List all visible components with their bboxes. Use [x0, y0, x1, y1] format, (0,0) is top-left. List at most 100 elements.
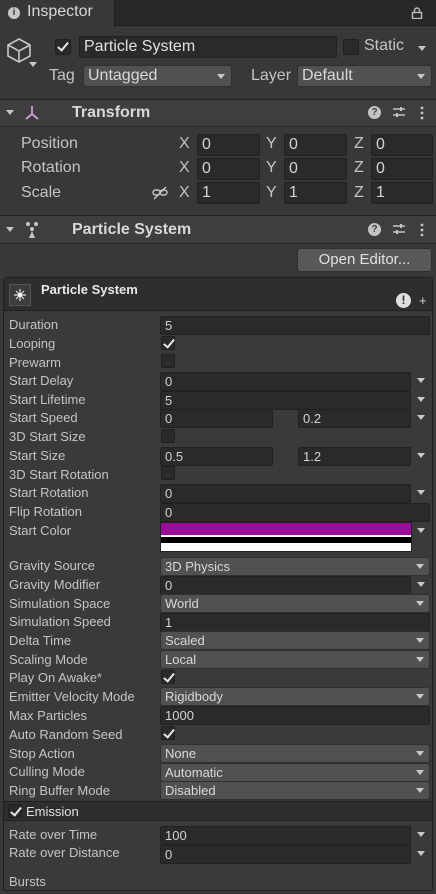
- start-size-3d-label: 3D Start Size: [9, 429, 86, 444]
- delta-time-dropdown[interactable]: Scaled: [160, 631, 430, 650]
- position-y-field[interactable]: 0: [284, 134, 347, 156]
- start-rotation-3d-checkbox[interactable]: [161, 466, 175, 480]
- simulation-speed-label: Simulation Speed: [9, 614, 111, 629]
- scale-y-field[interactable]: 1: [284, 182, 347, 204]
- ring-buffer-dropdown[interactable]: Disabled: [160, 781, 430, 800]
- chevron-down-icon: [416, 788, 424, 793]
- scaling-mode-value: Local: [165, 652, 197, 667]
- duration-field[interactable]: 5: [160, 316, 430, 335]
- emission-title: Emission: [26, 804, 79, 819]
- start-rotation-field[interactable]: 0: [160, 484, 411, 503]
- start-color-label: Start Color: [9, 523, 72, 538]
- scaling-mode-dropdown[interactable]: Local: [160, 650, 430, 669]
- module-header[interactable]: Particle System ! +: [4, 278, 432, 311]
- foldout-arrow-icon[interactable]: [6, 227, 14, 232]
- simulation-speed-field[interactable]: 1: [160, 613, 430, 632]
- object-name-field[interactable]: Particle System: [79, 36, 337, 58]
- simulation-space-dropdown[interactable]: World: [160, 594, 430, 613]
- axis-y-label: Y: [266, 184, 277, 201]
- gravity-source-dropdown[interactable]: 3D Physics: [160, 557, 430, 576]
- rotation-x-field[interactable]: 0: [197, 158, 260, 180]
- curve-mode-caret[interactable]: [417, 397, 425, 402]
- scale-label: Scale: [21, 184, 62, 201]
- scale-z-field[interactable]: 1: [371, 182, 433, 204]
- start-speed-max-field[interactable]: 0.2: [298, 409, 411, 428]
- axis-z-label: Z: [354, 135, 364, 152]
- looping-checkbox[interactable]: [161, 336, 175, 350]
- rate-over-time-label: Rate over Time: [9, 827, 98, 842]
- culling-mode-dropdown[interactable]: Automatic: [160, 763, 430, 782]
- presets-icon[interactable]: [392, 105, 406, 119]
- open-editor-button[interactable]: Open Editor...: [297, 248, 432, 272]
- particle-burst-icon: [9, 284, 31, 306]
- tag-dropdown[interactable]: Untagged: [83, 65, 232, 87]
- rotation-y-field[interactable]: 0: [284, 158, 347, 180]
- kebab-icon[interactable]: [420, 106, 424, 120]
- start-speed-min-field[interactable]: 0: [160, 409, 273, 428]
- prewarm-checkbox[interactable]: [161, 354, 175, 368]
- axis-z-label: Z: [354, 184, 364, 201]
- curve-mode-caret[interactable]: [417, 415, 425, 420]
- start-lifetime-field[interactable]: 5: [160, 391, 411, 410]
- max-particles-label: Max Particles: [9, 708, 88, 723]
- add-icon[interactable]: +: [419, 293, 427, 308]
- curve-mode-caret[interactable]: [417, 851, 425, 856]
- presets-icon[interactable]: [392, 222, 406, 236]
- curve-mode-caret[interactable]: [417, 453, 425, 458]
- start-size-3d-checkbox[interactable]: [161, 429, 175, 443]
- stop-action-dropdown[interactable]: None: [160, 744, 430, 763]
- tag-value: Untagged: [88, 67, 158, 84]
- component-title: Transform: [72, 104, 151, 121]
- particle-system-header[interactable]: Particle System ?: [0, 215, 436, 244]
- tab-inspector[interactable]: i Inspector: [0, 0, 115, 27]
- color-mode-caret[interactable]: [417, 528, 425, 533]
- info-icon: i: [8, 7, 20, 19]
- chevron-down-icon: [416, 601, 424, 606]
- chevron-down-icon: [416, 751, 424, 756]
- auto-random-seed-checkbox[interactable]: [161, 726, 175, 740]
- help-icon[interactable]: ?: [368, 106, 381, 119]
- curve-mode-caret[interactable]: [417, 832, 425, 837]
- position-z-field[interactable]: 0: [371, 134, 433, 156]
- rotation-z-field[interactable]: 0: [371, 158, 433, 180]
- start-size-min-field[interactable]: 0.5: [160, 447, 273, 466]
- tag-label: Tag: [49, 67, 75, 84]
- bursts-label: Bursts: [9, 874, 46, 889]
- start-color-field[interactable]: [160, 522, 412, 552]
- lock-icon[interactable]: [411, 6, 423, 20]
- link-icon[interactable]: [152, 186, 168, 200]
- play-on-awake-checkbox[interactable]: [161, 670, 175, 684]
- chevron-down-icon: [416, 564, 424, 569]
- start-size-max-field[interactable]: 1.2: [298, 447, 411, 466]
- warning-icon[interactable]: !: [396, 293, 411, 308]
- layer-dropdown[interactable]: Default: [297, 65, 432, 87]
- static-dropdown-caret[interactable]: [418, 46, 426, 51]
- start-delay-field[interactable]: 0: [160, 372, 411, 391]
- scale-x-field[interactable]: 1: [197, 182, 260, 204]
- curve-mode-caret[interactable]: [417, 490, 425, 495]
- start-rotation-3d-label: 3D Start Rotation: [9, 467, 109, 482]
- transform-header[interactable]: Transform ?: [0, 99, 436, 127]
- gravity-modifier-field[interactable]: 0: [160, 576, 411, 595]
- duration-label: Duration: [9, 317, 59, 332]
- emitter-velocity-dropdown[interactable]: Rigidbody: [160, 687, 430, 706]
- static-checkbox[interactable]: [343, 39, 359, 55]
- rate-over-distance-field[interactable]: 0: [160, 845, 411, 864]
- rate-over-time-field[interactable]: 100: [160, 826, 411, 845]
- chevron-down-icon: [416, 638, 424, 643]
- stop-action-label: Stop Action: [9, 746, 75, 761]
- foldout-arrow-icon[interactable]: [6, 110, 14, 115]
- position-x-field[interactable]: 0: [197, 134, 260, 156]
- emission-header[interactable]: Emission: [4, 801, 432, 821]
- kebab-icon[interactable]: [420, 223, 424, 237]
- curve-mode-caret[interactable]: [417, 378, 425, 383]
- curve-mode-caret[interactable]: [417, 582, 425, 587]
- active-checkbox[interactable]: [55, 39, 71, 55]
- icon-selector-caret[interactable]: [29, 62, 37, 67]
- help-icon[interactable]: ?: [368, 223, 381, 236]
- module-title: Particle System: [41, 282, 138, 297]
- transform-icon: [24, 105, 40, 121]
- emission-enabled-checkbox[interactable]: [8, 804, 22, 818]
- max-particles-field[interactable]: 1000: [160, 706, 430, 725]
- flip-rotation-field[interactable]: 0: [160, 503, 430, 522]
